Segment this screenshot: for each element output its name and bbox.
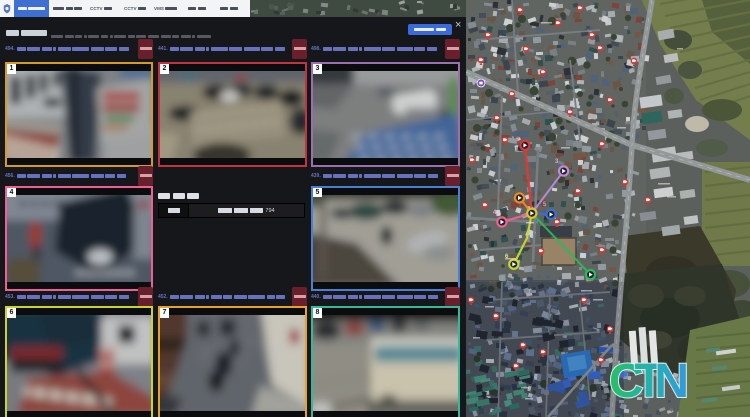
svg-text:CTN: CTN: [609, 355, 689, 408]
